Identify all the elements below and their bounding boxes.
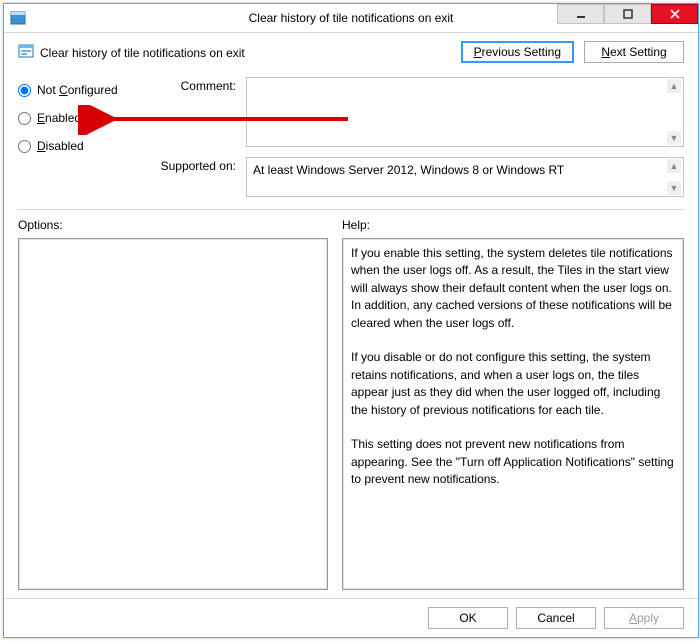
supported-on-text: At least Windows Server 2012, Windows 8 … xyxy=(253,163,564,177)
enabled-input[interactable] xyxy=(18,112,31,125)
scroll-down-icon[interactable]: ▼ xyxy=(667,181,681,195)
next-setting-button[interactable]: Next Setting xyxy=(584,41,684,63)
policy-icon xyxy=(18,43,34,62)
help-label: Help: xyxy=(342,218,684,232)
apply-button[interactable]: Apply xyxy=(604,607,684,629)
disabled-radio[interactable]: Disabled xyxy=(18,139,148,153)
not-configured-radio[interactable]: Not Configured xyxy=(18,83,148,97)
comment-scrollbar[interactable]: ▲ ▼ xyxy=(666,79,682,145)
state-and-fields: Not Configured Enabled Disabled Comment:… xyxy=(18,77,684,197)
help-box[interactable]: If you enable this setting, the system d… xyxy=(342,238,684,590)
supported-scrollbar[interactable]: ▲ ▼ xyxy=(666,159,682,195)
scroll-down-icon[interactable]: ▼ xyxy=(667,131,681,145)
close-button[interactable] xyxy=(651,4,698,24)
state-radio-group: Not Configured Enabled Disabled xyxy=(18,77,148,197)
window-controls xyxy=(557,4,698,32)
dialog-footer: OK Cancel Apply xyxy=(4,598,698,637)
comment-label: Comment: xyxy=(152,77,242,147)
titlebar: Clear history of tile notifications on e… xyxy=(4,4,698,33)
previous-setting-button[interactable]: Previous Setting xyxy=(461,41,574,63)
app-icon xyxy=(10,10,26,26)
enabled-label: Enabled xyxy=(37,111,81,125)
scroll-up-icon[interactable]: ▲ xyxy=(667,159,681,173)
not-configured-input[interactable] xyxy=(18,84,31,97)
divider xyxy=(18,209,684,210)
scroll-up-icon[interactable]: ▲ xyxy=(667,79,681,93)
options-help-split: Options: Help: If you enable this settin… xyxy=(18,218,684,590)
minimize-button[interactable] xyxy=(557,4,604,24)
supported-on-field: At least Windows Server 2012, Windows 8 … xyxy=(246,157,684,197)
dialog-window: Clear history of tile notifications on e… xyxy=(3,3,699,638)
header-row: Clear history of tile notifications on e… xyxy=(18,43,684,63)
enabled-radio[interactable]: Enabled xyxy=(18,111,148,125)
supported-on-label: Supported on: xyxy=(152,157,242,197)
help-column: Help: If you enable this setting, the sy… xyxy=(342,218,684,590)
comment-field[interactable]: ▲ ▼ xyxy=(246,77,684,147)
maximize-button[interactable] xyxy=(604,4,651,24)
disabled-input[interactable] xyxy=(18,140,31,153)
options-label: Options: xyxy=(18,218,328,232)
cancel-button[interactable]: Cancel xyxy=(516,607,596,629)
help-text: If you enable this setting, the system d… xyxy=(351,246,677,486)
content-area: Clear history of tile notifications on e… xyxy=(4,33,698,598)
ok-button[interactable]: OK xyxy=(428,607,508,629)
disabled-label: Disabled xyxy=(37,139,84,153)
options-box[interactable] xyxy=(18,238,328,590)
prev-next-buttons: Previous Setting Next Setting xyxy=(461,41,684,63)
options-column: Options: xyxy=(18,218,328,590)
policy-title: Clear history of tile notifications on e… xyxy=(40,46,245,60)
policy-header: Clear history of tile notifications on e… xyxy=(18,43,245,62)
not-configured-label: Not Configured xyxy=(37,83,118,97)
